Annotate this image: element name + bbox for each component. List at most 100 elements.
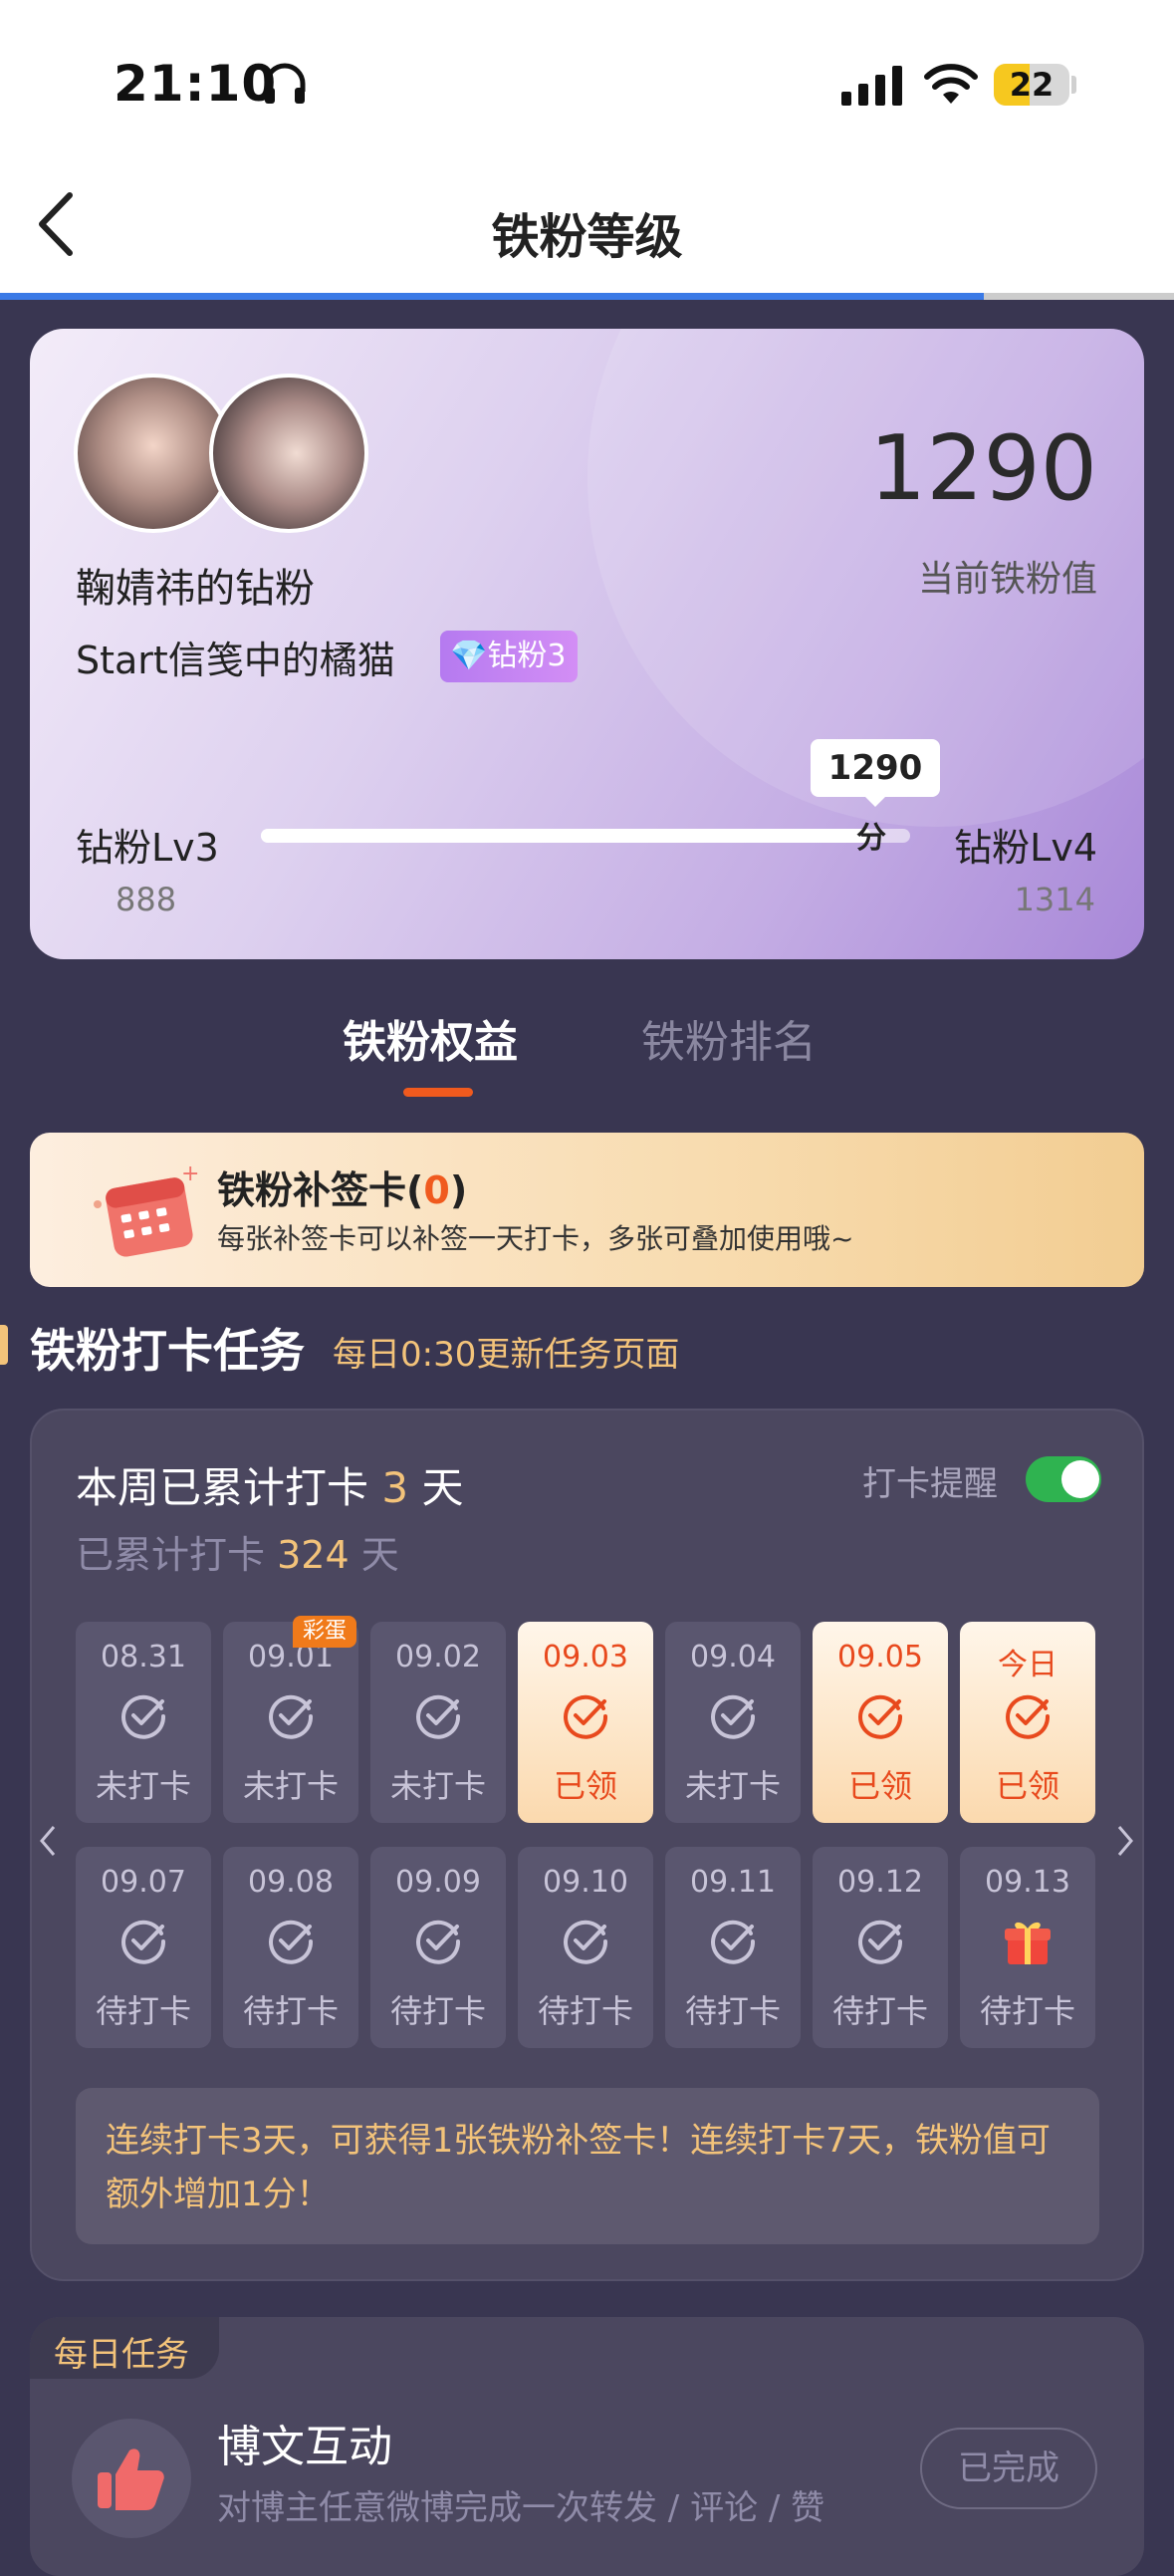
checkin-day-cell[interactable]: 09.13 待打卡	[960, 1847, 1095, 2048]
checkin-day-status: 待打卡	[95, 1992, 191, 2030]
checkmark-circle-icon	[269, 1694, 314, 1739]
level-progress-fill	[261, 829, 871, 843]
makeup-card-title: 铁粉补签卡(0)	[217, 1168, 468, 1212]
battery-percent: 22	[1009, 66, 1055, 104]
checkin-day-status: 待打卡	[389, 1992, 486, 2030]
checkin-day-status: 未打卡	[95, 1767, 191, 1805]
current-level-threshold: 888	[116, 881, 177, 918]
next-level: 钻粉Lv4	[954, 826, 1097, 870]
checkin-day-status: 待打卡	[831, 1992, 928, 2030]
next-level-threshold: 1314	[1014, 881, 1095, 918]
checkin-day-date: 09.13	[985, 1865, 1070, 1900]
fan-level-card: 鞠婧祎的钻粉 Start信笺中的橘猫 💎钻粉3 1290 当前铁粉值 钻粉Lv3…	[30, 329, 1144, 959]
cellular-signal-icon	[841, 66, 902, 106]
checkin-day-cell[interactable]: 09.10 待打卡	[518, 1847, 653, 2048]
checkmark-circle-icon	[416, 1920, 461, 1964]
daily-task-desc: 对博主任意微博完成一次转发 / 评论 / 赞	[217, 2488, 825, 2528]
fan-title: 鞠婧祎的钻粉	[76, 566, 315, 612]
total-prefix: 已累计打卡	[76, 1533, 266, 1577]
checkin-day-date: 09.05	[837, 1640, 923, 1674]
checkin-day-status: 待打卡	[979, 1992, 1075, 2030]
checkmark-circle-icon	[858, 1694, 903, 1739]
checkin-day-cell[interactable]: 09.07 待打卡	[76, 1847, 211, 2048]
section-marker	[0, 1325, 8, 1365]
wifi-icon	[924, 64, 978, 104]
user-avatar	[209, 374, 368, 533]
week-suffix: 天	[421, 1463, 464, 1512]
status-time: 21:10	[114, 55, 278, 113]
total-count: 324	[277, 1533, 350, 1577]
checkin-day-cell[interactable]: 今日 已领	[960, 1622, 1095, 1823]
checkin-day-cell[interactable]: 09.11 待打卡	[665, 1847, 801, 2048]
checkin-day-status: 待打卡	[684, 1992, 781, 2030]
reminder-label: 打卡提醒	[862, 1464, 998, 1504]
total-suffix: 天	[360, 1533, 399, 1577]
next-week-arrow-icon[interactable]	[1113, 1823, 1137, 1859]
checkmark-circle-icon	[121, 1694, 166, 1739]
battery-indicator: 22	[994, 64, 1069, 106]
checkin-day-date: 09.07	[101, 1865, 186, 1900]
makeup-card-count: 0	[423, 1168, 450, 1212]
checkin-tip-text: 连续打卡3天，可获得1张铁粉补签卡！连续打卡7天，铁粉值可额外增加1分！	[106, 2121, 1051, 2214]
daily-task-title: 博文互动	[217, 2422, 392, 2472]
reminder-toggle-knob	[1061, 1460, 1099, 1498]
diamond-icon: 💎	[450, 639, 488, 673]
prev-week-arrow-icon[interactable]	[36, 1823, 60, 1859]
checkmark-circle-icon	[564, 1920, 608, 1964]
daily-task-tag-label: 每日任务	[54, 2335, 189, 2375]
checkin-day-date: 09.04	[690, 1640, 776, 1674]
checkin-day-cell[interactable]: 08.31 未打卡	[76, 1622, 211, 1823]
checkin-day-cell[interactable]: 09.05 已领	[813, 1622, 948, 1823]
week-count: 3	[381, 1463, 409, 1512]
fan-score: 1290	[868, 416, 1097, 521]
checkin-day-cell[interactable]: 09.09 待打卡	[370, 1847, 506, 2048]
tab-fan-ranking[interactable]: 铁粉排名	[641, 1006, 817, 1070]
easter-egg-badge: 彩蛋	[293, 1616, 356, 1648]
page-progress-fill	[0, 293, 984, 300]
checkin-day-status: 已领	[847, 1767, 912, 1805]
checkin-day-date: 09.09	[395, 1865, 481, 1900]
checkmark-circle-icon	[564, 1694, 608, 1739]
makeup-card-banner[interactable]: + 铁粉补签卡(0) 每张补签卡可以补签一天打卡，多张可叠加使用哦~	[30, 1133, 1144, 1287]
checkin-day-cell[interactable]: 09.01 未打卡	[223, 1622, 358, 1823]
checkin-day-status: 已领	[553, 1767, 617, 1805]
checkmark-circle-icon	[416, 1694, 461, 1739]
week-checkin-summary: 本周已累计打卡 3 天	[76, 1454, 463, 1515]
checkmark-circle-icon	[711, 1920, 756, 1964]
progress-bubble: 1290	[811, 739, 940, 797]
page-title: 铁粉等级	[491, 209, 683, 265]
checkin-day-cell[interactable]: 09.12 待打卡	[813, 1847, 948, 2048]
checkin-day-date: 09.10	[543, 1865, 628, 1900]
progress-bubble-unit: 分	[856, 821, 886, 856]
username: Start信笺中的橘猫	[76, 639, 395, 682]
checkin-day-date: 09.02	[395, 1640, 481, 1674]
checkin-day-cell[interactable]: 09.02 未打卡	[370, 1622, 506, 1823]
checkin-day-cell[interactable]: 09.03 已领	[518, 1622, 653, 1823]
checkmark-circle-icon	[121, 1920, 166, 1964]
checkin-day-cell[interactable]: 09.08 待打卡	[223, 1847, 358, 2048]
checkmark-circle-icon	[711, 1694, 756, 1739]
checkin-day-status: 未打卡	[684, 1767, 781, 1805]
svg-text:+: +	[181, 1161, 199, 1186]
checkmark-circle-icon	[269, 1920, 314, 1964]
fan-score-label: 当前铁粉值	[917, 559, 1097, 600]
checkmark-circle-icon	[858, 1920, 903, 1964]
checkin-day-status: 未打卡	[242, 1767, 339, 1805]
week-prefix: 本周已累计打卡	[76, 1463, 369, 1512]
checkmark-circle-icon	[1006, 1694, 1051, 1739]
section-title: 铁粉打卡任务	[30, 1324, 305, 1378]
checkin-day-date: 09.11	[690, 1865, 776, 1900]
battery-nub	[1071, 76, 1076, 94]
checkin-day-cell[interactable]: 09.04 未打卡	[665, 1622, 801, 1823]
tab-fan-benefits[interactable]: 铁粉权益	[343, 1006, 518, 1070]
progress-bubble-tip	[863, 795, 887, 807]
checkin-day-date: 09.03	[543, 1640, 628, 1674]
checkin-day-status: 已领	[995, 1767, 1059, 1805]
section-subtitle: 每日0:30更新任务页面	[333, 1335, 680, 1375]
task-completed-button[interactable]: 已完成	[920, 2428, 1097, 2509]
calendar-icon: +	[94, 1161, 199, 1257]
total-checkin-summary: 已累计打卡 324 天	[76, 1524, 399, 1579]
current-level: 钻粉Lv3	[76, 826, 219, 870]
fan-badge: 💎钻粉3	[440, 631, 579, 682]
active-tab-indicator	[403, 1088, 473, 1097]
